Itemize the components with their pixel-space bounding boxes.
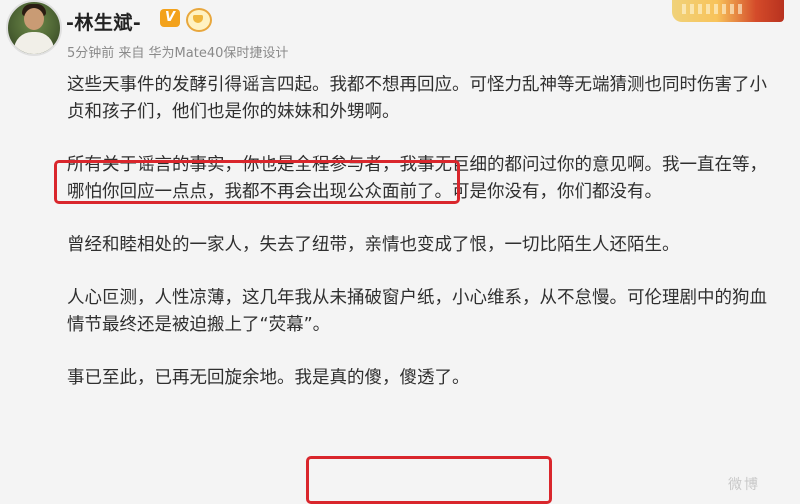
watermark: 微博: [728, 477, 760, 493]
avatar[interactable]: [6, 0, 62, 56]
post-paragraph-5: 事已至此，已再无回旋余地。我是真的傻，傻透了。: [67, 368, 470, 388]
post-body: 这些天事件的发酵引得谣言四起。我都不想再回应。可怪力乱神等无端猜测也同时伤害了小…: [67, 72, 782, 418]
avatar-body: [14, 32, 54, 54]
post-paragraph-4: 人心叵测，人性凉薄，这几年我从未捅破窗户纸，小心维系，从不怠慢。可伦理剧中的狗血…: [67, 288, 767, 335]
post-meta: 5分钟前 来自 华为Mate40保时捷设计: [67, 46, 289, 61]
highlight-box-2: [306, 456, 552, 504]
post-paragraph-3: 曾经和睦相处的一家人，失去了纽带，亲情也变成了恨，一切比陌生人还陌生。: [67, 235, 680, 255]
avatar-head: [24, 8, 44, 30]
vip-crown-icon: [186, 8, 212, 32]
banner-decoration: [672, 0, 784, 22]
username[interactable]: -林生斌-: [66, 8, 141, 35]
post-paragraph-1: 这些天事件的发酵引得谣言四起。我都不想再回应。可怪力乱神等无端猜测也同时伤害了小…: [67, 75, 767, 122]
verified-badge-icon: V: [160, 9, 180, 27]
highlight-box-1: [54, 160, 460, 204]
